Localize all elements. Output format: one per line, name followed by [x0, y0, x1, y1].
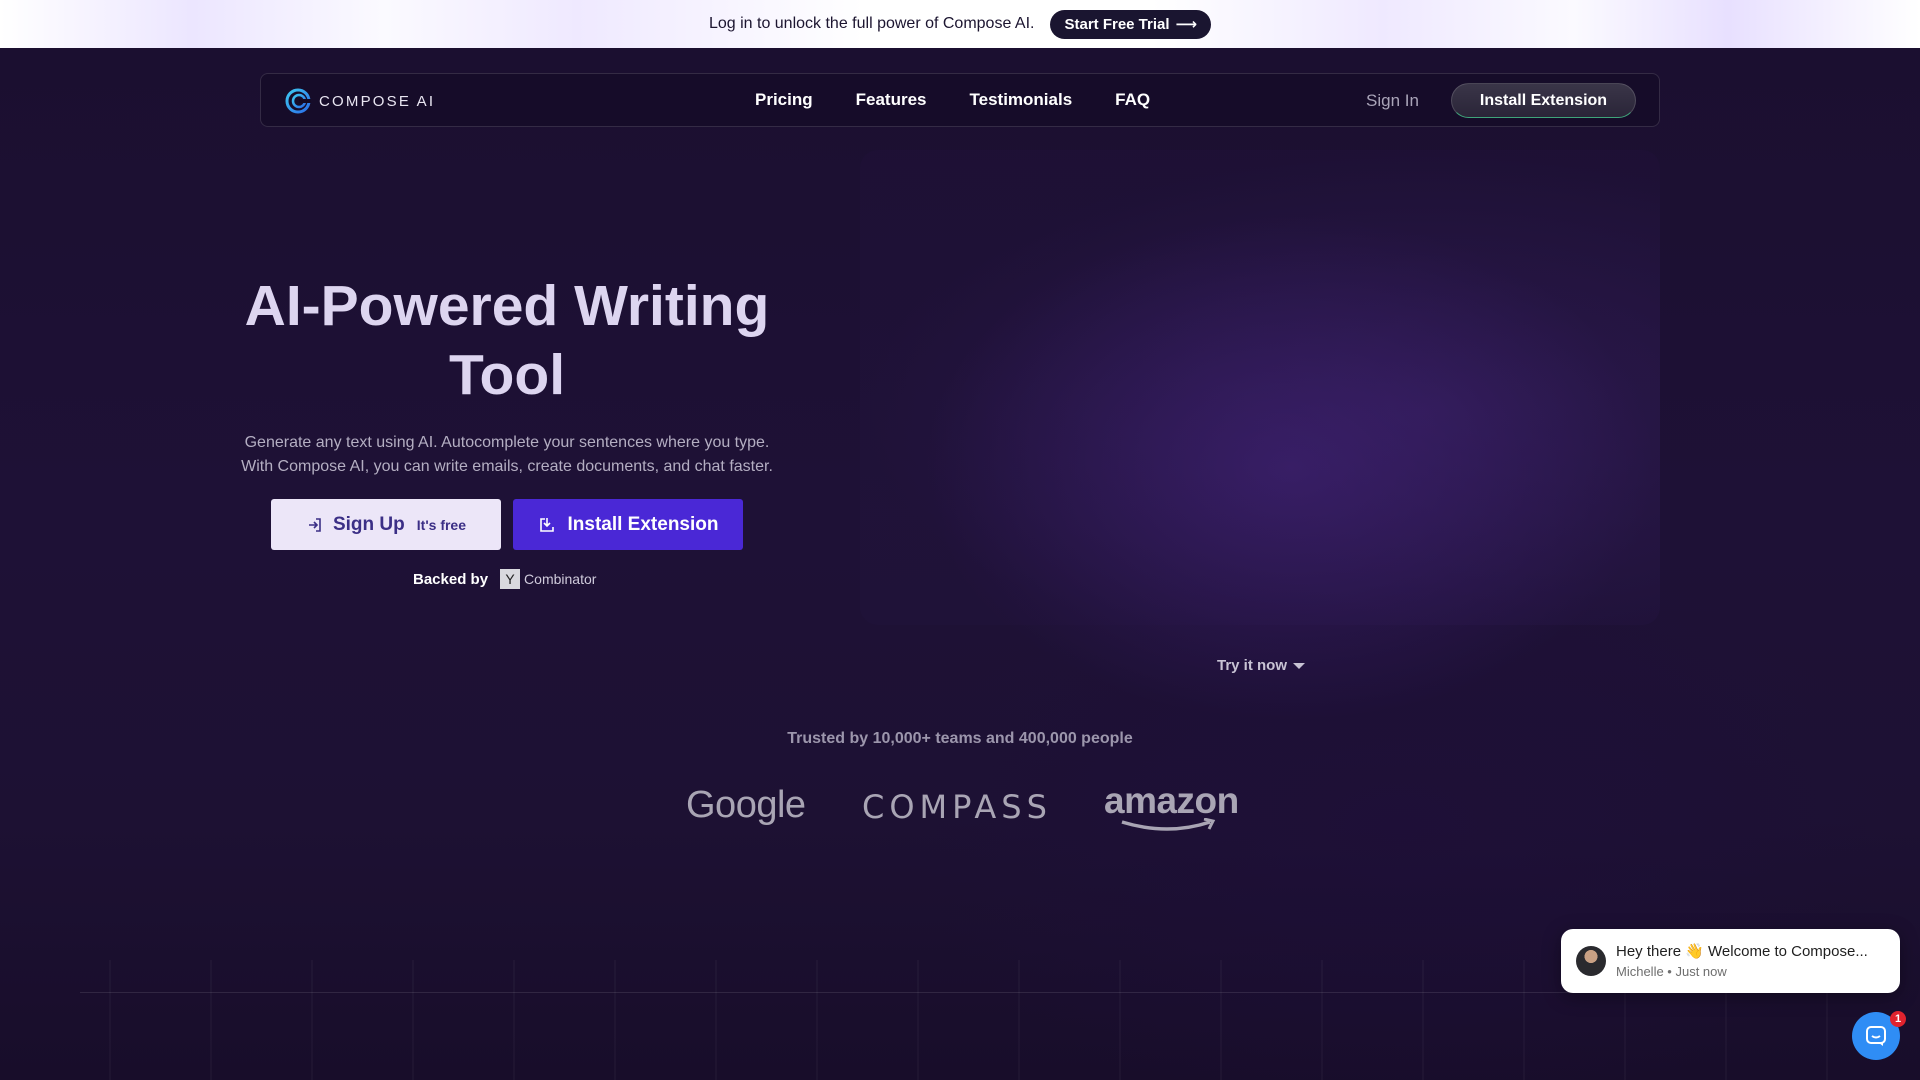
hero-title: AI-Powered Writing Tool — [207, 272, 807, 410]
compose-logo[interactable]: COMPOSE AI — [285, 88, 435, 114]
compass-logo: COMPASS — [862, 788, 1052, 826]
arrow-right-icon: ⟶ — [1175, 16, 1198, 33]
caret-down-icon — [1293, 662, 1306, 669]
hero-title-line2: Tool — [448, 343, 566, 407]
download-box-icon — [539, 517, 554, 532]
nav-link-faq[interactable]: FAQ — [1115, 90, 1150, 110]
hero-title-line1: AI-Powered Writing — [244, 274, 770, 338]
nav-link-features[interactable]: Features — [856, 90, 927, 110]
amazon-smile-icon — [1121, 818, 1216, 831]
sign-in-link[interactable]: Sign In — [1366, 91, 1419, 111]
announcement-banner: Log in to unlock the full power of Compo… — [0, 0, 1920, 48]
hero-description: Generate any text using AI. Autocomplete… — [157, 431, 857, 479]
trusted-by-text: Trusted by 10,000+ teams and 400,000 peo… — [787, 730, 1133, 747]
try-it-now-toggle[interactable]: Try it now — [1217, 657, 1306, 674]
backed-by: Backed by Y Combinator — [413, 569, 596, 589]
banner-text: Log in to unlock the full power of Compo… — [708, 15, 1035, 32]
chat-message: Hey there 👋 Welcome to Compose... — [1616, 943, 1868, 960]
start-free-trial-button[interactable]: Start Free Trial ⟶ — [1050, 9, 1212, 39]
try-it-now-label: Try it now — [1217, 657, 1288, 674]
logo-text: COMPOSE AI — [319, 92, 436, 110]
chat-icon — [1866, 1026, 1886, 1046]
hero-desc-line2: With Compose AI, you can write emails, c… — [241, 458, 773, 475]
sign-up-sublabel: It's free — [416, 516, 467, 533]
avatar — [1576, 946, 1606, 976]
y-combinator-logo-icon: Y — [500, 569, 521, 589]
nav-install-extension-button[interactable]: Install Extension — [1451, 83, 1636, 118]
notification-badge: 1 — [1890, 1011, 1906, 1027]
nav-links: Pricing Features Testimonials FAQ — [755, 90, 1150, 110]
amazon-logo: amazon — [1104, 780, 1239, 821]
chat-meta: Michelle • Just now — [1616, 964, 1727, 979]
google-logo: Google — [686, 784, 806, 826]
sign-in-arrow-icon — [308, 517, 321, 532]
install-extension-label: Install Extension — [567, 513, 719, 535]
y-combinator-text: Combinator — [524, 571, 597, 587]
start-free-trial-label: Start Free Trial — [1064, 15, 1170, 33]
compose-logo-icon — [285, 88, 311, 114]
backed-by-text: Backed by — [413, 570, 489, 588]
top-navbar: COMPOSE AI Pricing Features Testimonials… — [260, 73, 1660, 127]
hero-install-extension-button[interactable]: Install Extension — [513, 499, 743, 550]
sign-up-button[interactable]: Sign Up It's free — [271, 499, 501, 550]
demo-panel — [860, 150, 1660, 625]
chat-preview-bubble[interactable]: Hey there 👋 Welcome to Compose... Michel… — [1561, 929, 1900, 993]
nav-link-pricing[interactable]: Pricing — [755, 90, 813, 110]
sign-up-label: Sign Up — [332, 513, 405, 535]
customer-logos: Google COMPASS amazon — [686, 780, 1246, 840]
nav-link-testimonials[interactable]: Testimonials — [970, 90, 1073, 110]
hero-desc-line1: Generate any text using AI. Autocomplete… — [244, 434, 770, 451]
